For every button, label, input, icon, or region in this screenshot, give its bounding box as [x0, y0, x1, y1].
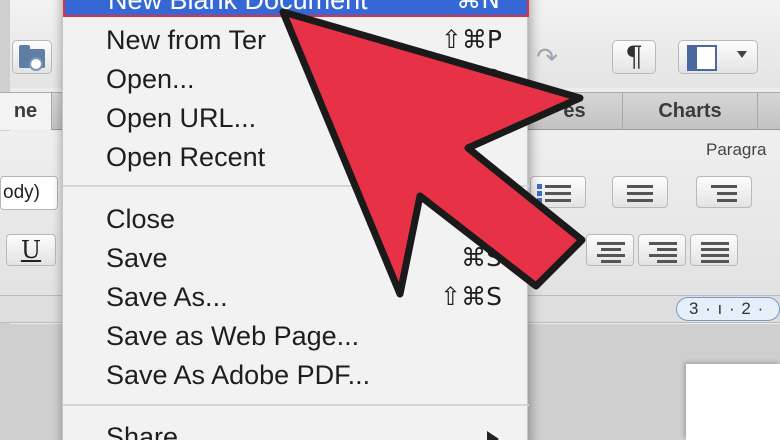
red-arrow-icon — [279, 8, 586, 298]
arrow-shape — [279, 8, 586, 298]
